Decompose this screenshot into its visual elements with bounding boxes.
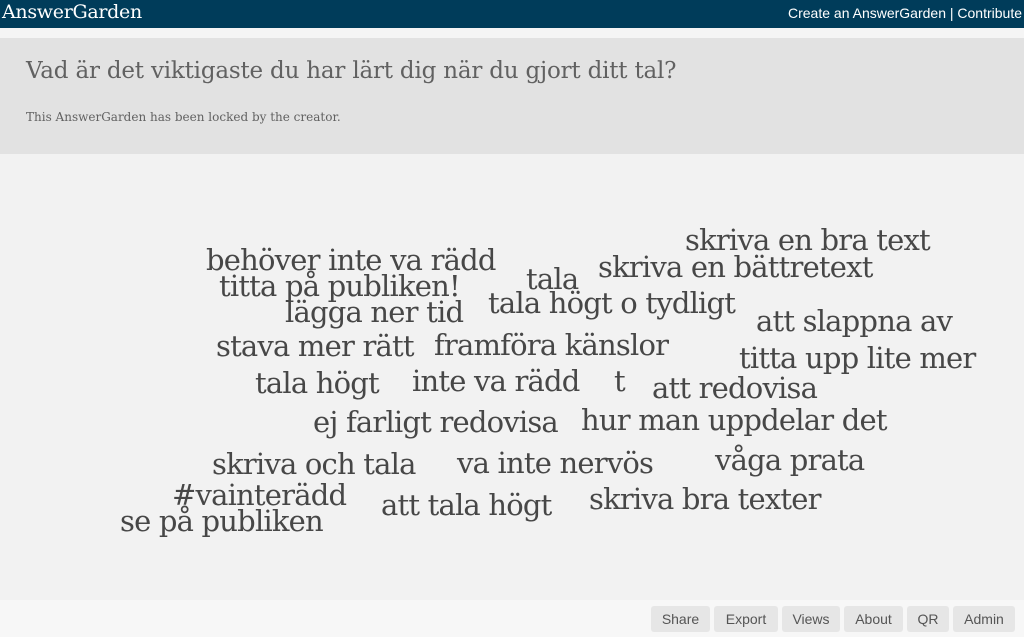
answer-word[interactable]: tala högt <box>255 369 380 398</box>
admin-button[interactable]: Admin <box>953 606 1015 632</box>
answer-word[interactable]: ej farligt redovisa <box>313 408 559 437</box>
answergarden-logo[interactable]: AnswerGarden <box>2 1 142 23</box>
views-button[interactable]: Views <box>782 606 840 632</box>
create-answergarden-link[interactable]: Create an AnswerGarden <box>788 5 946 21</box>
share-button[interactable]: Share <box>651 606 710 632</box>
answer-word[interactable]: inte va rädd <box>412 367 580 396</box>
question-header: Vad är det viktigaste du har lärt dig nä… <box>0 38 1024 154</box>
answer-word[interactable]: skriva en bättretext <box>598 253 873 282</box>
top-bar: AnswerGarden Create an AnswerGarden | Co… <box>0 0 1024 28</box>
answer-word[interactable]: att tala högt <box>381 491 552 520</box>
answer-word[interactable]: tala högt o tydligt <box>488 289 736 318</box>
about-button[interactable]: About <box>844 606 903 632</box>
answer-garden: skriva en bra text behöver inte va rädd … <box>0 154 1024 600</box>
answer-word[interactable]: våga prata <box>715 446 865 475</box>
link-separator: | <box>945 5 958 21</box>
answer-word[interactable]: att redovisa <box>652 374 818 403</box>
qr-button[interactable]: QR <box>907 606 949 632</box>
answer-word[interactable]: stava mer rätt <box>216 332 415 361</box>
answer-word[interactable]: lägga ner tid <box>285 298 464 327</box>
answer-word[interactable]: se på publiken <box>120 507 324 536</box>
export-button[interactable]: Export <box>714 606 778 632</box>
answer-word[interactable]: va inte nervös <box>457 449 654 478</box>
answer-word[interactable]: titta upp lite mer <box>739 344 976 373</box>
answer-word[interactable]: skriva och tala <box>212 450 416 479</box>
contribute-link[interactable]: Contribute <box>957 5 1022 21</box>
answer-word[interactable]: att slappna av <box>756 307 953 336</box>
footer-toolbar: Share Export Views About QR Admin <box>0 600 1024 637</box>
answer-word[interactable]: t <box>614 367 626 396</box>
top-links: Create an AnswerGarden | Contribute <box>788 5 1022 21</box>
question-title: Vad är det viktigaste du har lärt dig nä… <box>26 58 677 84</box>
locked-message: This AnswerGarden has been locked by the… <box>26 110 341 124</box>
answer-word[interactable]: framföra känslor <box>434 331 669 360</box>
answer-word[interactable]: skriva bra texter <box>589 485 821 514</box>
answer-word[interactable]: hur man uppdelar det <box>581 406 887 435</box>
